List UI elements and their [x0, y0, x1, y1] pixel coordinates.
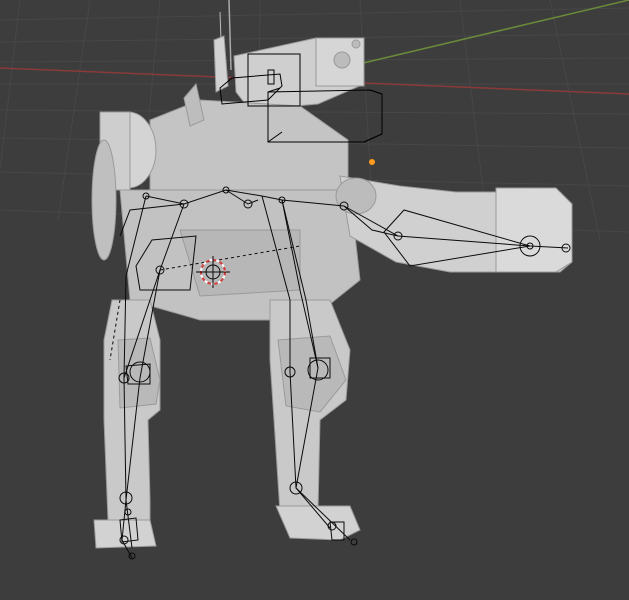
origin-marker[interactable]	[369, 159, 375, 165]
cannon-barrel	[495, 187, 573, 273]
3d-viewport[interactable]	[0, 0, 629, 600]
right-foot	[275, 505, 361, 541]
viewport-canvas[interactable]	[0, 0, 629, 600]
